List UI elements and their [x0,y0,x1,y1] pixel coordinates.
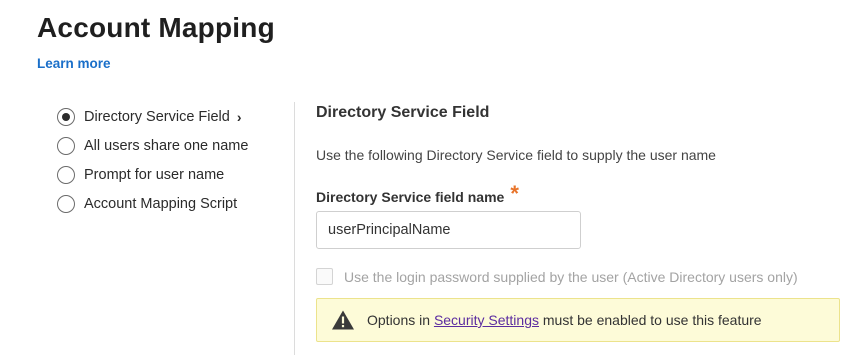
field-label: Directory Service field name * [316,181,519,210]
option-label: Directory Service Field [84,108,230,125]
panel-title: Directory Service Field [316,104,490,121]
option-prompt-for-user-name[interactable]: Prompt for user name [57,160,248,189]
mapping-options: Directory Service Field › All users shar… [57,102,248,218]
required-asterisk: * [510,181,519,206]
field-label-text: Directory Service field name [316,189,505,205]
warning-triangle-icon [332,310,354,330]
radio-button[interactable] [57,165,75,184]
option-all-users-share-one-name[interactable]: All users share one name [57,131,248,160]
radio-button[interactable] [57,136,75,155]
use-login-password-checkbox[interactable] [316,268,333,285]
option-directory-service-field[interactable]: Directory Service Field › [57,102,248,131]
option-label: All users share one name [84,137,249,154]
security-settings-link[interactable]: Security Settings [434,312,539,328]
option-label: Prompt for user name [84,166,225,183]
panel-description: Use the following Directory Service fiel… [316,147,716,163]
option-account-mapping-script[interactable]: Account Mapping Script [57,189,248,218]
directory-field-input[interactable] [316,211,581,249]
option-label: Account Mapping Script [84,195,238,212]
radio-button[interactable] [57,194,75,213]
checkbox-label: Use the login password supplied by the u… [344,268,798,285]
use-login-password-option: Use the login password supplied by the u… [316,268,798,285]
warning-text: Options in Security Settings must be ena… [367,312,762,328]
learn-more-link[interactable]: Learn more [37,56,111,71]
warning-prefix: Options in [367,312,431,328]
radio-selected-dot [62,112,70,121]
page-title: Account Mapping [37,12,275,43]
vertical-divider [294,102,295,355]
warning-banner: Options in Security Settings must be ena… [316,298,840,342]
chevron-right-icon: › [236,108,242,125]
warning-suffix: must be enabled to use this feature [542,312,762,328]
radio-button[interactable] [57,107,75,126]
